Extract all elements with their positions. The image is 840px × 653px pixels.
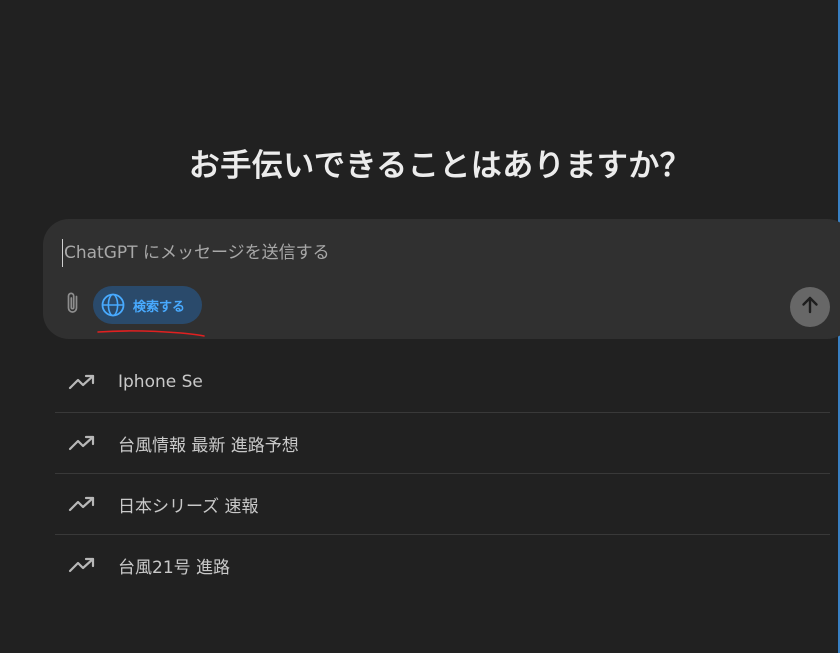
suggestion-item[interactable]: 日本シリーズ 速報 (55, 474, 830, 535)
message-input[interactable] (62, 239, 766, 267)
trending-up-icon (67, 554, 97, 576)
suggestion-label: 台風21号 進路 (118, 557, 231, 578)
arrow-up-icon (799, 294, 821, 320)
suggestion-item[interactable]: 台風情報 最新 進路予想 (55, 413, 830, 474)
trending-up-icon (67, 371, 97, 393)
search-toggle-button[interactable]: 検索する (93, 286, 202, 324)
trending-up-icon (67, 493, 97, 515)
suggestion-item[interactable]: 台風21号 進路 (55, 535, 830, 595)
search-toggle-label: 検索する (133, 299, 186, 315)
suggestion-label: 日本シリーズ 速報 (118, 496, 259, 517)
suggestion-item[interactable]: Iphone Se (55, 352, 830, 413)
page-title: お手伝いできることはありますか？ (188, 148, 692, 184)
globe-icon (100, 292, 126, 318)
attach-button[interactable] (60, 290, 86, 320)
suggestion-label: 台風情報 最新 進路予想 (118, 435, 299, 456)
trending-up-icon (67, 432, 97, 454)
send-button[interactable] (790, 287, 830, 327)
suggestion-list: Iphone Se 台風情報 最新 進路予想 日本シリーズ 速報 台風21号 進… (55, 352, 830, 595)
suggestion-label: Iphone Se (118, 372, 203, 392)
paperclip-icon (63, 290, 83, 320)
red-underline-annotation (97, 330, 205, 337)
